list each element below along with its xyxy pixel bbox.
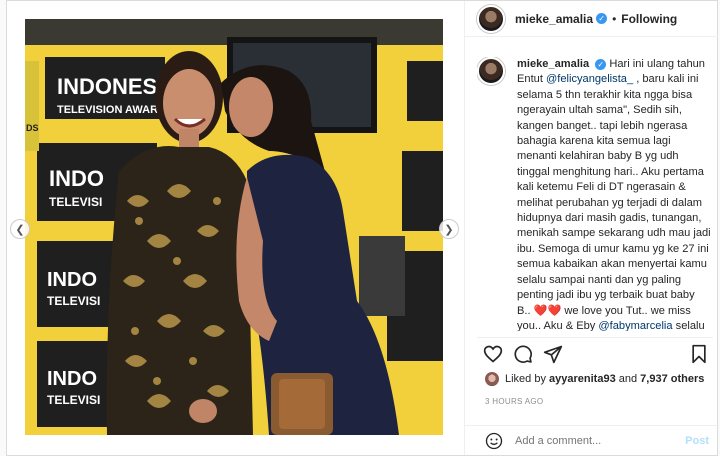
liker-username[interactable]: ayyarenita93 xyxy=(549,373,616,385)
liker-avatar[interactable] xyxy=(485,372,499,386)
banner-text-4: INDO xyxy=(47,368,97,390)
comment-box: Post xyxy=(465,425,719,455)
avatar[interactable] xyxy=(477,4,505,33)
chevron-left-icon: ❮ xyxy=(15,223,25,236)
caption-text: mieke_amalia ✓ Hari ini ulang tahun Entu… xyxy=(517,57,711,331)
mention-link-2[interactable]: @fabymarcelia xyxy=(598,320,672,331)
heart-icon[interactable] xyxy=(483,344,503,364)
following-button[interactable]: Following xyxy=(621,12,677,26)
mention-link-1[interactable]: @felicyangelista_ xyxy=(546,73,633,85)
instagram-post-frame: INDONESIA TELEVISION AWARDS INDO TELEVIS… xyxy=(0,0,720,456)
caption-section: mieke_amalia ✓ Hari ini ulang tahun Entu… xyxy=(477,57,713,331)
bookmark-icon[interactable] xyxy=(689,344,709,364)
photo-illustration: INDONESIA TELEVISION AWARDS INDO TELEVIS… xyxy=(7,1,464,455)
caption-username[interactable]: mieke_amalia xyxy=(517,58,589,70)
banner-text-2: INDO xyxy=(49,166,104,191)
header-username[interactable]: mieke_amalia xyxy=(515,12,593,26)
heart-emoji: ❤️❤️ xyxy=(533,304,562,317)
banner-text-3b: TELEVISI xyxy=(47,294,100,308)
banner-text-3: INDO xyxy=(47,269,97,291)
previous-photo-button[interactable]: ❮ xyxy=(10,219,30,239)
banner-text-2b: TELEVISI xyxy=(49,195,102,209)
comment-icon[interactable] xyxy=(513,344,533,364)
caption-part-2: , baru kali ini selama 5 thn terakhir ki… xyxy=(517,73,711,317)
banner-edge-text: DS xyxy=(26,123,39,133)
post-card: INDONESIA TELEVISION AWARDS INDO TELEVIS… xyxy=(6,0,719,456)
chevron-right-icon: ❯ xyxy=(444,223,454,236)
caption-verified-icon: ✓ xyxy=(595,58,607,70)
separator-dot: • xyxy=(612,11,617,26)
post-photo[interactable]: INDONESIA TELEVISION AWARDS INDO TELEVIS… xyxy=(7,1,464,455)
likes-summary: Liked by ayyarenita93 and 7,937 others xyxy=(485,372,704,386)
comment-input[interactable] xyxy=(515,434,675,447)
next-photo-button[interactable]: ❯ xyxy=(439,219,459,239)
post-comment-button[interactable]: Post xyxy=(685,435,709,447)
verified-icon: ✓ xyxy=(596,13,608,24)
action-bar xyxy=(477,337,713,367)
post-side-panel: mieke_amalia ✓ • Following mieke_amalia … xyxy=(464,1,719,455)
banner-text-4b: TELEVISI xyxy=(47,393,100,407)
caption-avatar[interactable] xyxy=(477,57,505,85)
smile-icon[interactable] xyxy=(485,432,503,450)
likes-count[interactable]: 7,937 others xyxy=(640,373,704,385)
post-timestamp[interactable]: 3 HOURS AGO xyxy=(485,397,543,406)
likes-text: Liked by ayyarenita93 and 7,937 others xyxy=(505,373,704,385)
likes-middle: and xyxy=(615,373,641,385)
share-icon[interactable] xyxy=(543,344,563,364)
likes-prefix: Liked by xyxy=(505,373,550,385)
post-header: mieke_amalia ✓ • Following xyxy=(465,1,718,37)
